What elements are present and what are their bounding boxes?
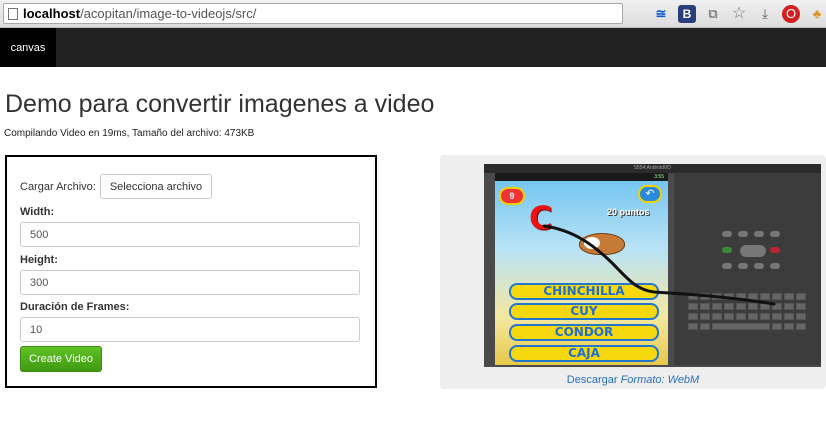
choose-file-button[interactable]: Selecciona archivo <box>99 174 213 199</box>
rss-icon[interactable]: ≅ <box>652 5 670 23</box>
file-label: Cargar Archivo: <box>20 180 96 193</box>
download-prefix: Descargar <box>566 374 621 386</box>
page-icon <box>8 7 18 20</box>
scribble-line <box>542 224 776 306</box>
browser-toolbar: localhost/acopitan/image-to-videojs/src/… <box>0 0 826 28</box>
video-player[interactable]: 5554:AndroidVD 3:55 9 C 20 puntos ↶ CHIN… <box>484 164 821 367</box>
url-host: localhost <box>23 6 81 21</box>
opera-icon[interactable]: O <box>782 5 800 23</box>
video-preview-panel: 5554:AndroidVD 3:55 9 C 20 puntos ↶ CHIN… <box>440 155 826 389</box>
create-video-button[interactable]: Create Video <box>20 346 102 372</box>
url-path: /acopitan/image-to-videojs/src/ <box>80 6 257 21</box>
height-input[interactable]: 300 <box>20 270 360 295</box>
navbar: canvas <box>0 28 826 67</box>
download-format: Formato: WebM <box>620 374 700 386</box>
video-form: Cargar Archivo: Selecciona archivo Width… <box>5 155 377 388</box>
page-title: Demo para convertir imagenes a video <box>5 90 435 118</box>
frames-input[interactable]: 10 <box>20 317 360 342</box>
width-label: Width: <box>20 206 55 218</box>
extension-icons: ≅ B ⧉ ☆ ⤓ O ♣ V <box>652 5 826 23</box>
frames-label: Duración de Frames: <box>20 301 130 313</box>
nav-brand-canvas[interactable]: canvas <box>0 28 56 67</box>
download-icon[interactable]: ⤓ <box>756 5 774 23</box>
compile-status: Compilando Video en 19ms, Tamaño del arc… <box>4 128 255 139</box>
translate-icon[interactable]: ⧉ <box>704 5 722 23</box>
width-input[interactable]: 500 <box>20 222 360 247</box>
address-bar[interactable]: localhost/acopitan/image-to-videojs/src/ <box>3 3 623 24</box>
download-webm-link[interactable]: Descargar Formato: WebM <box>440 374 826 386</box>
b-extension-icon[interactable]: B <box>678 5 696 23</box>
file-row: Cargar Archivo: Selecciona archivo <box>20 174 213 199</box>
star-icon[interactable]: ☆ <box>730 5 748 23</box>
hat-icon[interactable]: ♣ <box>808 5 826 23</box>
height-label: Height: <box>20 254 58 266</box>
